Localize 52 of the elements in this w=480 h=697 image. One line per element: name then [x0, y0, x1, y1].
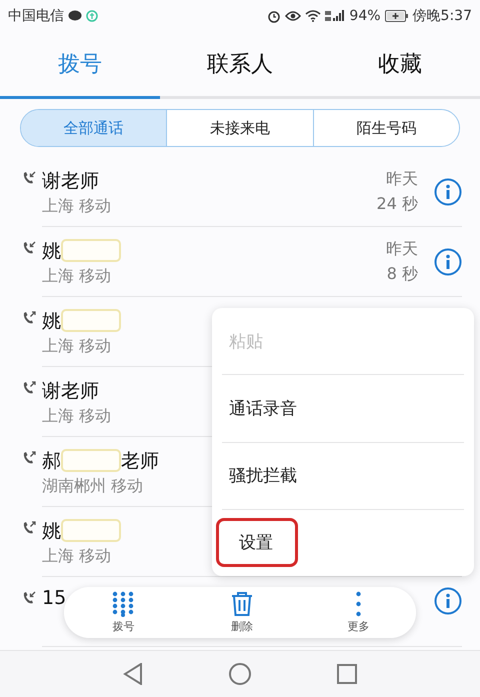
call-location: 上海 移动 — [42, 266, 112, 286]
toolbar-button[interactable]: 删除 — [228, 591, 255, 634]
filter-segment[interactable]: 未接来电 — [166, 110, 313, 146]
carrier-name: 中国电信 — [8, 7, 64, 25]
call-date: 昨天 — [386, 169, 418, 190]
outgoing-call-icon — [22, 381, 36, 395]
call-date: 昨天 — [386, 239, 418, 260]
incoming-call-icon — [22, 171, 36, 185]
contact-name: 郝 — [42, 448, 61, 474]
outgoing-call-icon — [22, 521, 36, 535]
outgoing-call-icon — [22, 311, 36, 325]
contact-name: 谢老师 — [42, 378, 99, 404]
incoming-call-icon — [22, 241, 36, 255]
battery-icon — [384, 10, 409, 22]
signal-icon — [325, 10, 346, 22]
tab[interactable]: 收藏 — [320, 32, 480, 99]
filter-segment[interactable]: 陌生号码 — [312, 110, 459, 146]
clock-time: 傍晚5:37 — [412, 7, 472, 25]
toolbar-button[interactable]: 更多 — [348, 591, 370, 634]
contact-name-suffix: 老师 — [121, 448, 159, 474]
menu-item[interactable]: 通话录音 — [216, 386, 310, 431]
more-icon — [356, 591, 362, 617]
filter-segment[interactable]: 全部通话 — [21, 110, 166, 146]
contact-name: 姚 — [42, 308, 61, 334]
call-duration: 24 秒 — [376, 194, 418, 215]
toolbar-button[interactable]: 拨号 — [110, 591, 136, 634]
contact-name: 谢老师 — [42, 168, 99, 194]
contact-name: 姚 — [42, 238, 61, 264]
incoming-call-icon — [22, 591, 36, 605]
tab[interactable]: 拨号 — [0, 32, 160, 99]
back-icon[interactable] — [123, 663, 143, 685]
wifi-icon — [305, 10, 322, 22]
call-location: 上海 移动 — [42, 196, 112, 216]
tab[interactable]: 联系人 — [160, 32, 320, 99]
recents-icon[interactable] — [337, 664, 357, 684]
contact-name: 姚 — [42, 518, 61, 544]
call-location: 湖南郴州 移动 — [42, 476, 144, 496]
outgoing-call-icon — [22, 451, 36, 465]
info-icon[interactable] — [434, 587, 462, 615]
call-duration: 8 秒 — [386, 264, 418, 285]
contact-name: 15 — [42, 587, 66, 609]
menu-item[interactable]: 骚扰拦截 — [216, 453, 310, 498]
menu-item[interactable]: 设置 — [216, 518, 298, 568]
battery-percent: 94% — [349, 8, 381, 24]
home-icon[interactable] — [229, 663, 251, 685]
call-location: 上海 移动 — [42, 546, 112, 566]
call-location: 上海 移动 — [42, 406, 112, 426]
alarm-icon — [267, 9, 282, 23]
info-icon[interactable] — [434, 178, 462, 206]
eye-icon — [285, 10, 302, 22]
info-icon[interactable] — [434, 248, 462, 276]
call-location: 上海 移动 — [42, 336, 112, 356]
